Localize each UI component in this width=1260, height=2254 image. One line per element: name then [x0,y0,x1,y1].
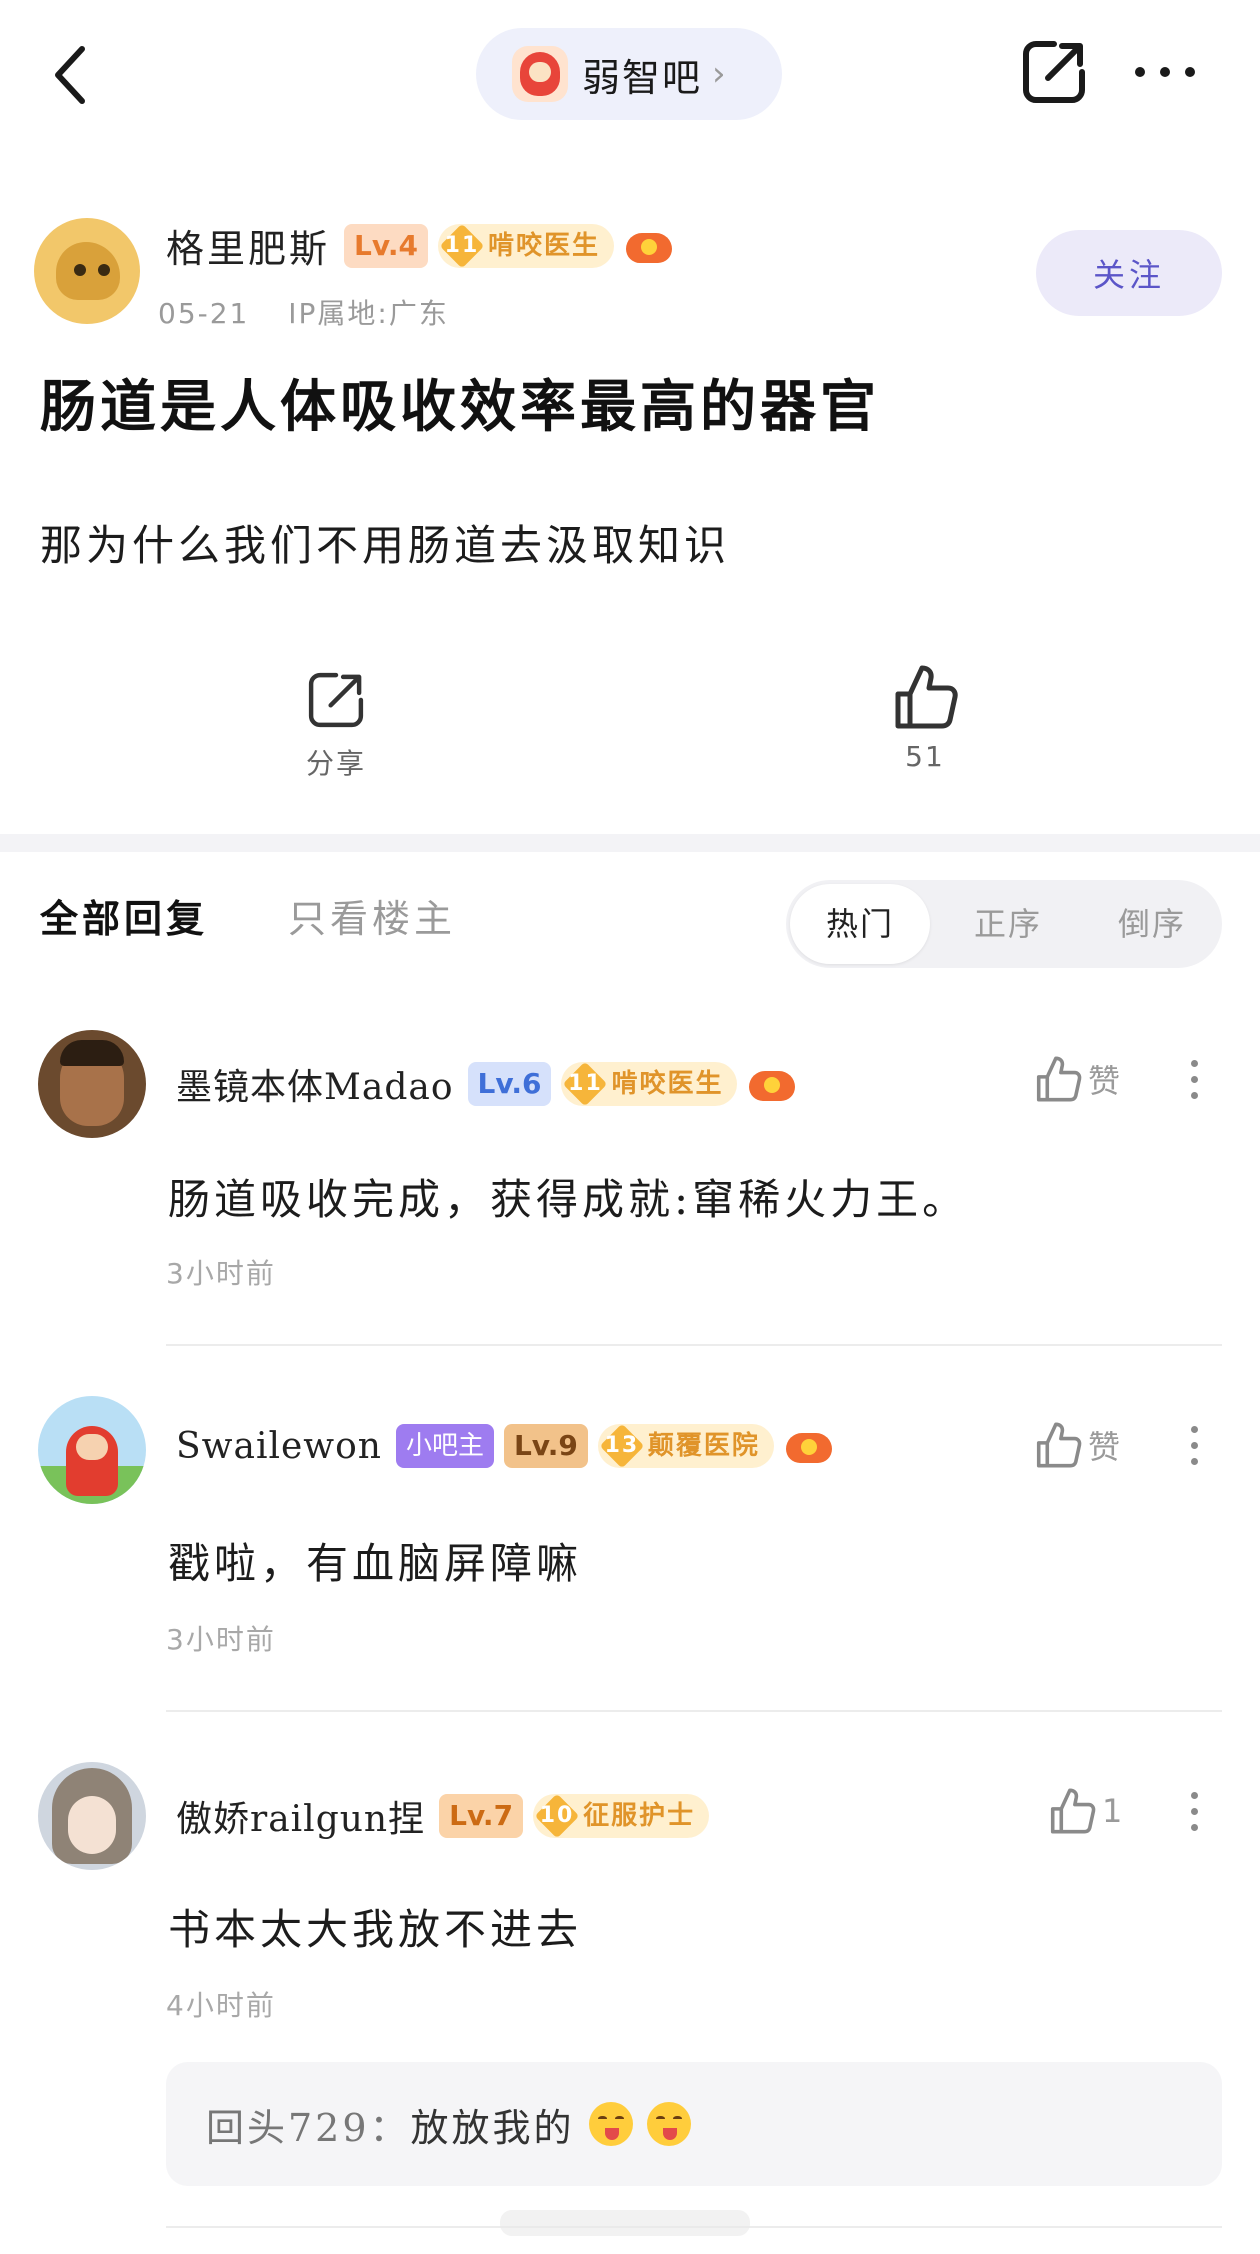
sort-desc[interactable]: 倒序 [1082,880,1222,968]
tab-all-replies[interactable]: 全部回复 [40,888,208,943]
level-badge: Lv.6 [467,1062,552,1106]
post-body: 那为什么我们不用肠道去汲取知识 [40,521,731,570]
reply-author-name[interactable]: Swailewon [176,1426,382,1467]
follow-button[interactable]: 关注 [1036,230,1222,316]
like-count: 51 [905,740,945,773]
yum-emoji-icon [588,2102,633,2146]
op-avatar[interactable] [34,218,140,324]
reply-author-name[interactable]: 墨镜本体Madao [176,1058,454,1110]
tab-op-only[interactable]: 只看楼主 [288,888,456,943]
reply-time: 4小时前 [166,1989,276,2022]
op-header: 格里肥斯 Lv.4 11 啃咬医生 [166,218,674,273]
forum-avatar [512,46,568,102]
reply-text: 肠道吸收完成，获得成就:窜稀火力王。 [168,1175,969,1224]
reply-author-name[interactable]: 傲娇railgun捏 [176,1790,425,1842]
chevron-left-icon [55,46,85,104]
reply-divider [166,1710,1222,1712]
reply-more-button[interactable] [1186,1426,1202,1474]
sort-toggle: 热门 正序 倒序 [786,880,1222,968]
level-badge: Lv.4 [344,223,428,268]
honor-badge: 11 啃咬医生 [437,223,614,268]
avatar[interactable] [38,1396,146,1504]
sort-asc[interactable]: 正序 [938,880,1078,968]
share-label: 分享 [305,747,366,780]
post-like-button[interactable]: 51 [890,662,960,782]
sub-reply-text: 放放我的 [410,2105,575,2150]
share-button[interactable] [1018,36,1090,108]
honor-badge: 10 征服护士 [533,1793,710,1839]
post-date: 05-21 [158,297,250,330]
gamepad-icon [784,1425,834,1467]
ip-location: IP属地:广东 [288,297,449,330]
honor-badge: 11 啃咬医生 [561,1061,738,1107]
thumbs-up-icon [895,665,958,729]
more-button[interactable] [1130,50,1200,94]
avatar[interactable] [38,1030,146,1138]
thumbs-up-icon [1050,1788,1096,1834]
sub-reply-author[interactable]: 回头729： [206,2097,411,2152]
scroll-indicator [500,2210,750,2236]
honor-badge: 13 颠覆医院 [597,1423,774,1469]
reply-time: 3小时前 [166,1623,276,1656]
gamepad-icon [624,225,674,267]
thumbs-up-icon [1036,1056,1082,1102]
moderator-badge: 小吧主 [395,1424,494,1468]
op-author-name[interactable]: 格里肥斯 [166,218,330,273]
level-badge: Lv.7 [439,1794,524,1838]
sort-hot[interactable]: 热门 [790,884,930,964]
like-count: 1 [1102,1792,1123,1830]
like-label: 赞 [1088,1428,1121,1466]
forum-link[interactable]: 弱智吧 › [476,28,782,120]
reply-more-button[interactable] [1186,1060,1202,1108]
yum-emoji-icon [646,2102,691,2146]
post-title: 肠道是人体吸收效率最高的器官 [40,374,880,440]
share-icon [1023,41,1085,103]
back-button[interactable] [40,30,100,120]
more-icon [1135,67,1195,77]
reply-like-button[interactable]: 1 [1048,1786,1122,1836]
post-share-button[interactable]: 分享 [296,668,376,780]
section-divider [0,834,1260,852]
reply-text: 书本太大我放不进去 [168,1905,583,1954]
reply-like-button[interactable]: 赞 [1034,1420,1120,1470]
sub-reply[interactable]: 回头729： 放放我的 [166,2062,1222,2186]
reply-text: 戳啦，有血脑屏障嘛 [168,1539,583,1588]
level-badge: Lv.9 [503,1424,588,1468]
reply-time: 3小时前 [166,1257,276,1290]
like-label: 赞 [1088,1062,1121,1100]
forum-name: 弱智吧 [582,55,703,100]
post-meta: 05-21 IP属地:广东 [158,292,449,332]
reply-more-button[interactable] [1186,1792,1202,1840]
gamepad-icon [747,1063,797,1105]
thumbs-up-icon [1036,1422,1082,1468]
chevron-right-icon: › [712,54,726,94]
avatar[interactable] [38,1762,146,1870]
share-icon [308,672,364,728]
reply-divider [166,1344,1222,1346]
reply-like-button[interactable]: 赞 [1034,1054,1120,1104]
